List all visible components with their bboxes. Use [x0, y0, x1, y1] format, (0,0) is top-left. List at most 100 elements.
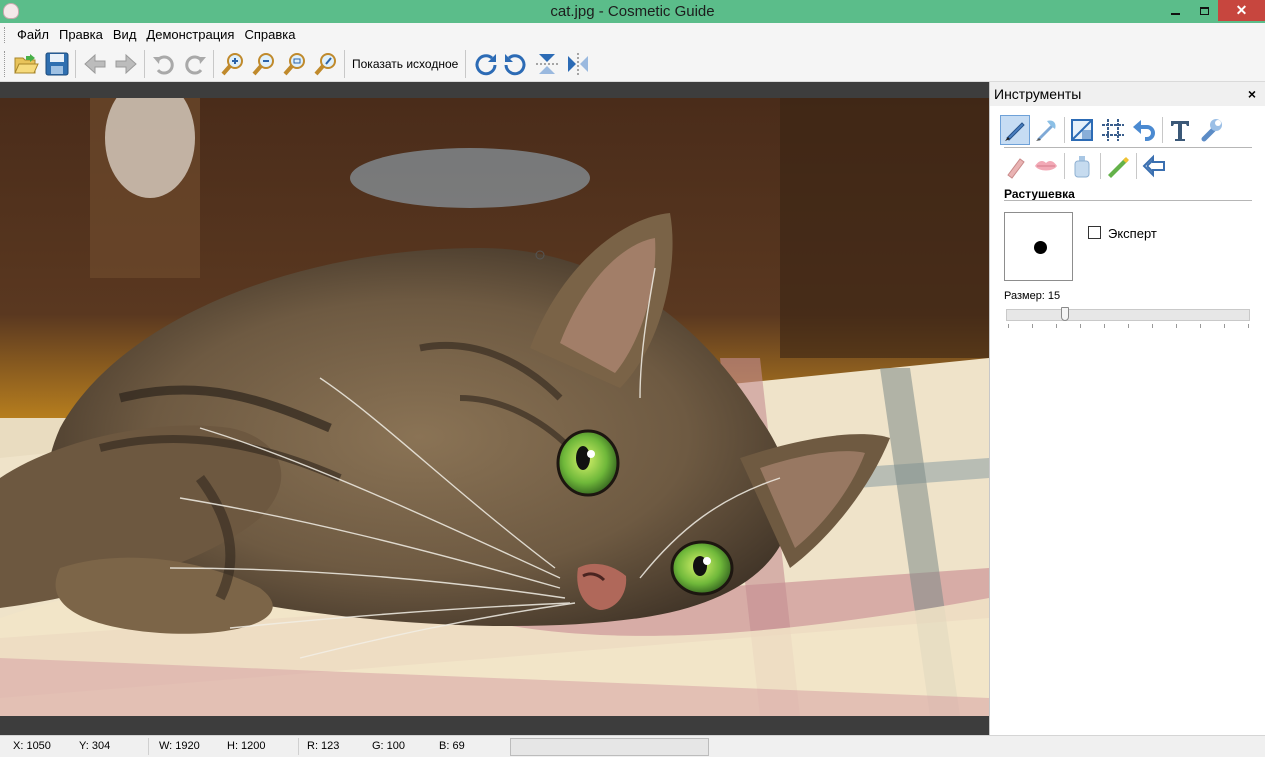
back-button[interactable]	[79, 49, 110, 79]
status-divider	[148, 738, 149, 755]
toolbar-separator	[213, 49, 214, 78]
status-y: Y: 304	[79, 740, 111, 752]
status-blue: B: 69	[439, 740, 465, 752]
crop-icon	[1071, 119, 1093, 141]
settings-tool[interactable]	[1196, 115, 1226, 145]
tools-separator	[1064, 117, 1065, 143]
toolbar-separator	[144, 49, 145, 78]
size-label: Размер: 15	[1004, 290, 1061, 302]
image-canvas[interactable]	[0, 82, 989, 735]
zoom-fit-icon	[282, 52, 305, 75]
text-icon	[1171, 121, 1189, 141]
minimize-icon	[1170, 12, 1180, 15]
slider-tick	[1224, 324, 1225, 328]
rotate-ccw-button[interactable]	[500, 49, 531, 79]
forward-arrow-icon	[115, 53, 137, 74]
save-button[interactable]	[41, 49, 72, 79]
tools-separator	[1100, 153, 1101, 179]
close-window-button[interactable]: ✕	[1218, 0, 1265, 21]
undo-tool[interactable]	[1129, 115, 1159, 145]
slider-tick	[1080, 324, 1081, 328]
status-x: X: 1050	[13, 740, 51, 752]
toolbar-separator	[344, 49, 345, 78]
flip-vertical-icon	[535, 53, 558, 74]
zoom-out-button[interactable]	[248, 49, 279, 79]
feather-brush-tool[interactable]	[1031, 115, 1061, 145]
brush-tool[interactable]	[1000, 115, 1030, 145]
rotate-cw-button[interactable]	[469, 49, 500, 79]
expert-label[interactable]: Эксперт	[1108, 226, 1157, 241]
zoom-fit-button[interactable]	[279, 49, 310, 79]
slider-tick	[1008, 324, 1009, 328]
open-button[interactable]	[10, 49, 41, 79]
close-panel-button[interactable]: ×	[1248, 86, 1256, 102]
flip-vertical-button[interactable]	[531, 49, 562, 79]
redo-button[interactable]	[179, 49, 210, 79]
section-title: Растушевка	[1004, 187, 1075, 201]
slider-tick	[1032, 324, 1033, 328]
menu-bar: Файл Правка Вид Демонстрация Справка	[0, 23, 1265, 46]
menu-edit[interactable]: Правка	[54, 23, 108, 46]
forward-button[interactable]	[110, 49, 141, 79]
tools-row-1	[1000, 113, 1227, 147]
lips-tool[interactable]	[1031, 151, 1061, 181]
tools-panel: Инструменты × Растушевка Эксперт Размер:…	[989, 82, 1265, 735]
rotate-clockwise-icon	[475, 53, 497, 75]
grid-icon	[1102, 119, 1124, 141]
toolbar-separator	[465, 49, 467, 78]
open-folder-icon	[13, 53, 39, 73]
expert-checkbox[interactable]	[1088, 226, 1101, 239]
highlighter-tool[interactable]	[1103, 151, 1133, 181]
status-green: G: 100	[372, 740, 406, 752]
status-bar: X: 1050 Y: 304 W: 1920 H: 1200 R: 123 G:…	[0, 735, 1265, 757]
zoom-out-icon	[251, 52, 274, 75]
main-toolbar: Показать исходное	[0, 46, 1265, 82]
undo-icon	[152, 55, 174, 74]
cat-photo[interactable]	[0, 98, 989, 716]
status-height: H: 1200	[227, 740, 266, 752]
tools-separator	[1064, 153, 1065, 179]
wrench-icon	[1201, 119, 1222, 142]
show-original-button[interactable]: Показать исходное	[348, 49, 462, 79]
close-icon: ✕	[1235, 2, 1248, 18]
feather-brush-icon	[1036, 120, 1056, 141]
app-icon	[3, 3, 19, 19]
menu-view[interactable]: Вид	[108, 23, 142, 46]
tools-separator	[1162, 117, 1163, 143]
window-title: cat.jpg - Cosmetic Guide	[550, 3, 715, 20]
pencil-tool[interactable]	[1000, 151, 1030, 181]
menu-grip	[4, 26, 7, 43]
menu-demo[interactable]: Демонстрация	[141, 23, 239, 46]
grid-tool[interactable]	[1098, 115, 1128, 145]
back-icon	[1142, 154, 1165, 178]
flip-horizontal-icon	[567, 52, 588, 75]
redo-icon	[184, 55, 206, 74]
slider-tick	[1200, 324, 1201, 328]
size-slider-thumb[interactable]	[1061, 307, 1069, 321]
undo-icon	[1133, 120, 1155, 141]
toolbar-grip	[4, 50, 7, 77]
bottle-tool[interactable]	[1067, 151, 1097, 181]
rotate-counterclockwise-icon	[504, 53, 526, 75]
brush-dot	[1034, 241, 1047, 254]
menu-file[interactable]: Файл	[12, 23, 54, 46]
bottle-icon	[1074, 156, 1090, 178]
slider-tick	[1152, 324, 1153, 328]
back-arrow-icon	[83, 53, 105, 74]
text-tool[interactable]	[1165, 115, 1195, 145]
status-divider	[298, 738, 299, 755]
undo-button[interactable]	[148, 49, 179, 79]
save-icon	[45, 52, 68, 75]
flip-horizontal-button[interactable]	[562, 49, 593, 79]
size-slider[interactable]	[1006, 307, 1250, 321]
maximize-button[interactable]	[1190, 0, 1218, 21]
zoom-actual-icon	[313, 52, 336, 75]
zoom-in-button[interactable]	[217, 49, 248, 79]
zoom-in-icon	[220, 52, 243, 75]
crop-tool[interactable]	[1067, 115, 1097, 145]
zoom-actual-button[interactable]	[310, 49, 341, 79]
tools-panel-title: Инструменты	[994, 86, 1082, 102]
minimize-button[interactable]	[1160, 0, 1190, 21]
menu-help[interactable]: Справка	[239, 23, 300, 46]
back-tool[interactable]	[1139, 151, 1169, 181]
